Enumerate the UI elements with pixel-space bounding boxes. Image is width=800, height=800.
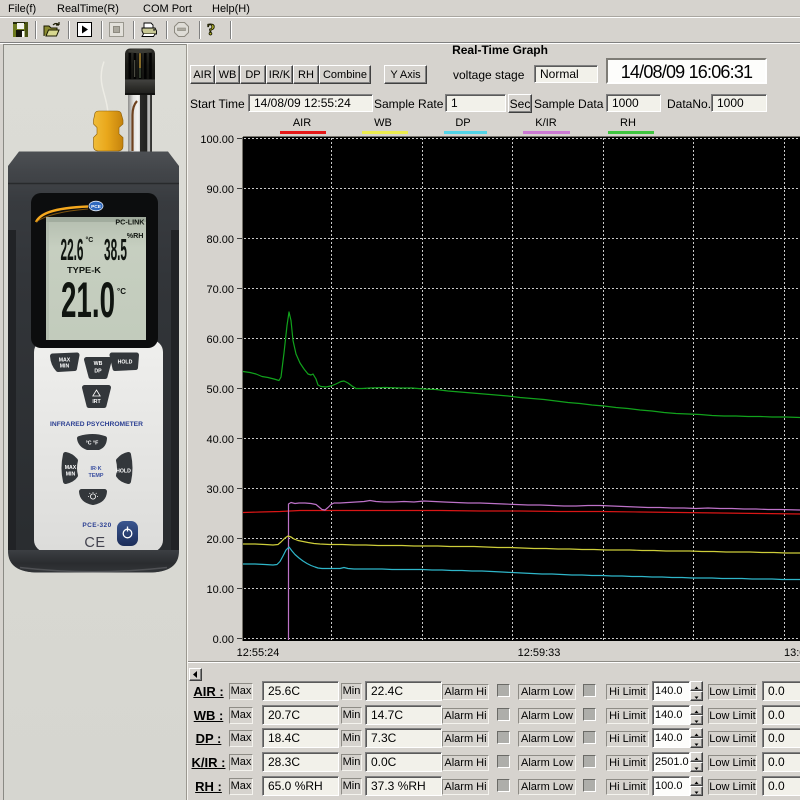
svg-text:12:55:24: 12:55:24: [237, 647, 280, 659]
svg-text:MAX: MAX: [65, 465, 77, 471]
svg-text:PC-LINK: PC-LINK: [115, 218, 145, 227]
svg-text:12:59:33: 12:59:33: [518, 647, 561, 659]
svg-text:10.00: 10.00: [206, 584, 234, 596]
svg-text:22.6: 22.6: [61, 232, 84, 267]
svg-text:TEMP: TEMP: [89, 473, 104, 479]
svg-text:WB: WB: [94, 361, 103, 367]
svg-text:70.00: 70.00: [206, 284, 234, 296]
svg-text:100.00: 100.00: [200, 135, 234, 146]
svg-text:MIN: MIN: [66, 472, 76, 478]
svg-text:IR·K: IR·K: [90, 466, 101, 472]
svg-text:60.00: 60.00: [206, 334, 234, 346]
svg-text:30.00: 30.00: [206, 484, 234, 496]
svg-text:HOLD: HOLD: [118, 360, 133, 366]
svg-text:38.5: 38.5: [104, 232, 127, 267]
svg-text:21.0: 21.0: [61, 272, 115, 328]
svg-text:%RH: %RH: [127, 231, 144, 240]
svg-text:°C °F: °C °F: [86, 441, 99, 447]
svg-text:13:03:42: 13:03:42: [784, 647, 800, 659]
svg-text:INFRARED PSYCHROMETER: INFRARED PSYCHROMETER: [50, 421, 143, 428]
svg-text:90.00: 90.00: [206, 184, 234, 196]
svg-text:MIN: MIN: [60, 364, 70, 370]
svg-text:IRT: IRT: [92, 399, 101, 405]
svg-text:°C: °C: [86, 236, 94, 244]
svg-text:PCE-320: PCE-320: [82, 522, 111, 529]
svg-text:20.00: 20.00: [206, 534, 234, 546]
svg-text:?: ?: [207, 20, 216, 39]
svg-text:PCE: PCE: [91, 204, 102, 210]
svg-text:HOLD: HOLD: [116, 469, 131, 475]
svg-text:80.00: 80.00: [206, 234, 234, 246]
svg-text:CE: CE: [84, 535, 105, 551]
svg-text:°C: °C: [117, 287, 126, 296]
svg-text:0.00: 0.00: [213, 634, 234, 646]
svg-text:50.00: 50.00: [206, 384, 234, 396]
svg-text:DP: DP: [94, 369, 102, 375]
svg-text:40.00: 40.00: [206, 434, 234, 446]
